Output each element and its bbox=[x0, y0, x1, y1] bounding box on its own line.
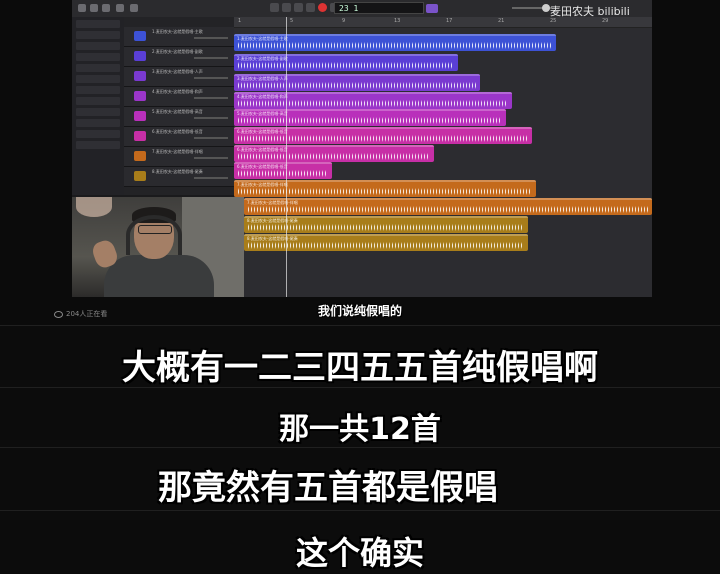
tuner-button[interactable] bbox=[426, 4, 438, 13]
track-header[interactable]: 2.麦田农夫-这就是假唱-副歌 bbox=[124, 47, 234, 67]
track-name: 1.麦田农夫-这就是假唱-主歌 bbox=[152, 29, 203, 34]
library-icon[interactable] bbox=[90, 4, 98, 12]
track-header[interactable]: 6.麦田农夫-这就是假唱-低音 bbox=[124, 127, 234, 147]
subtitle-line: 大概有一二三四五五首纯假唱啊 bbox=[122, 348, 598, 388]
timeline-ruler[interactable]: 1 5 9 13 17 21 25 29 bbox=[234, 17, 652, 28]
audio-region[interactable]: 6.麦田农夫-这就是假唱-低音 bbox=[234, 145, 434, 162]
track-header[interactable]: 1.麦田农夫-这就是假唱-主歌 bbox=[124, 27, 234, 47]
track-header[interactable]: 3.麦田农夫-这就是假唱-人声 bbox=[124, 67, 234, 87]
subtitle-line: 那竟然有五首都是假唱 bbox=[158, 468, 498, 508]
track-headers: 1.麦田农夫-这就是假唱-主歌 2.麦田农夫-这就是假唱-副歌 3.麦田农夫-这… bbox=[124, 17, 235, 195]
audio-region[interactable]: 6.麦田农夫-这就是假唱-低音 bbox=[234, 162, 332, 179]
audio-region[interactable]: 6.麦田农夫-这就是假唱-低音 bbox=[234, 127, 532, 144]
playhead[interactable] bbox=[286, 17, 287, 297]
track-name: 2.麦田农夫-这就是假唱-副歌 bbox=[152, 49, 203, 54]
track-name: 5.麦田农夫-这就是假唱-高音 bbox=[152, 109, 203, 114]
master-volume-knob[interactable] bbox=[542, 4, 550, 12]
track-header[interactable]: 8.麦田农夫-这就是假唱-尾奏 bbox=[124, 167, 234, 187]
track-name: 4.麦田农夫-这就是假唱-和声 bbox=[152, 89, 203, 94]
audio-region[interactable]: 2.麦田农夫-这就是假唱-副歌 bbox=[234, 54, 458, 71]
track-name: 7.麦田农夫-这就是假唱-伴唱 bbox=[152, 149, 203, 154]
headphones-icon bbox=[126, 215, 182, 255]
live-subtitle: 我们说纯假唱的 bbox=[317, 304, 402, 318]
editor-icon[interactable] bbox=[116, 4, 124, 12]
record-button[interactable] bbox=[318, 3, 327, 12]
track-name: 6.麦田农夫-这就是假唱-低音 bbox=[152, 129, 203, 134]
audio-region[interactable]: 3.麦田农夫-这就是假唱-人声 bbox=[234, 74, 480, 91]
audio-region[interactable]: 4.麦田农夫-这就是假唱-和声 bbox=[234, 92, 512, 109]
audio-region[interactable]: 7.麦田农夫-这就是假唱-伴唱 bbox=[234, 180, 536, 197]
transport-controls bbox=[270, 3, 339, 12]
track-header[interactable]: 5.麦田农夫-这就是假唱-高音 bbox=[124, 107, 234, 127]
inspector-panel bbox=[72, 17, 125, 195]
rewind-button[interactable] bbox=[270, 3, 279, 12]
inspector-icon[interactable] bbox=[102, 4, 110, 12]
close-icon[interactable] bbox=[78, 4, 86, 12]
audio-region[interactable]: 7.麦田农夫-这就是假唱-伴唱 bbox=[244, 198, 652, 215]
stop-button[interactable] bbox=[294, 3, 303, 12]
audio-region[interactable]: 1.麦田农夫-这就是假唱-主歌 bbox=[234, 34, 556, 51]
track-name: 8.麦田农夫-这就是假唱-尾奏 bbox=[152, 169, 203, 174]
track-header[interactable]: 4.麦田农夫-这就是假唱-和声 bbox=[124, 87, 234, 107]
arrange-area[interactable]: 1 5 9 13 17 21 25 29 1.麦田农夫-这就是假唱-主歌 2.麦… bbox=[234, 17, 652, 297]
forward-button[interactable] bbox=[282, 3, 291, 12]
webcam-overlay bbox=[72, 197, 244, 297]
play-button[interactable] bbox=[306, 3, 315, 12]
subtitle-line: 这个确实 bbox=[295, 534, 424, 572]
mixer-icon[interactable] bbox=[130, 4, 138, 12]
subtitle-line: 那一共12首 bbox=[279, 412, 441, 447]
track-header[interactable]: 7.麦田农夫-这就是假唱-伴唱 bbox=[124, 147, 234, 167]
lcd-display[interactable]: 23 1 bbox=[334, 2, 424, 14]
daw-toolbar: 23 1 麦田农夫 bilibili bbox=[72, 0, 652, 18]
audio-region[interactable]: 5.麦田农夫-这就是假唱-高音 bbox=[234, 109, 506, 126]
track-name: 3.麦田农夫-这就是假唱-人声 bbox=[152, 69, 203, 74]
